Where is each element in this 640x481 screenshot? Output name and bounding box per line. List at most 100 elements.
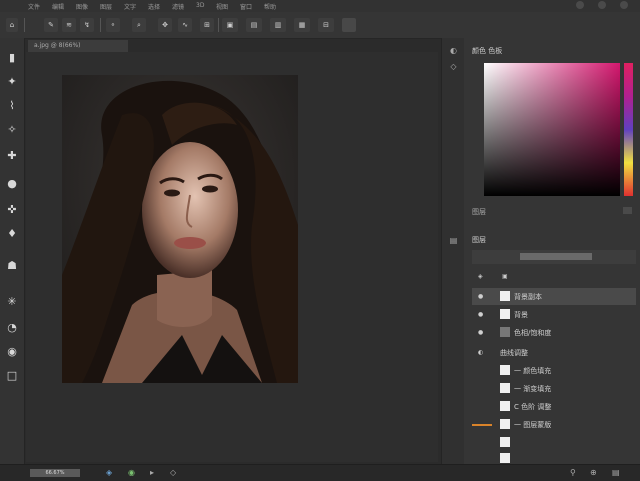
home-button[interactable]: ⌂ bbox=[6, 18, 18, 32]
menu-type[interactable]: 文字 bbox=[124, 2, 136, 11]
align-button[interactable]: ⊞ bbox=[200, 18, 214, 32]
eyedropper-tool-icon[interactable]: ● bbox=[4, 176, 20, 192]
fill-icon[interactable]: ▣ bbox=[502, 273, 508, 280]
new-layer-icon[interactable]: ⊕ bbox=[590, 468, 597, 477]
extra-button[interactable]: ⊟ bbox=[318, 18, 334, 32]
portrait-image[interactable] bbox=[62, 75, 298, 383]
zoom-level[interactable]: 66.67% bbox=[30, 469, 80, 477]
share-icon[interactable]: ◉ bbox=[128, 468, 135, 477]
hue-slider[interactable] bbox=[624, 63, 633, 196]
quick-mask-icon[interactable]: □ bbox=[4, 368, 20, 384]
lasso-tool-icon[interactable]: ⌇ bbox=[4, 98, 20, 114]
eye-icon[interactable]: ● bbox=[478, 311, 483, 318]
healing-tool-icon[interactable]: ✜ bbox=[4, 202, 20, 218]
symmetry-button[interactable]: ∿ bbox=[178, 18, 192, 32]
eye-icon[interactable]: ● bbox=[478, 293, 483, 300]
color-panel-footer: 图层 bbox=[472, 208, 486, 216]
menu-3d[interactable]: 3D bbox=[196, 2, 204, 9]
layers-panel-icon[interactable]: ▤ bbox=[448, 236, 459, 247]
close-button[interactable] bbox=[620, 1, 628, 9]
menu-window[interactable]: 窗口 bbox=[240, 2, 252, 11]
layer-row[interactable] bbox=[472, 434, 636, 451]
distribute-button-1[interactable]: ▣ bbox=[222, 18, 238, 32]
layer-row[interactable]: ● 色相/饱和度 bbox=[472, 324, 636, 341]
menu-bar: 文件 编辑 图像 图层 文字 选择 滤镜 3D 视图 窗口 帮助 bbox=[0, 0, 640, 12]
pressure-button[interactable]: ⚬ bbox=[106, 18, 120, 32]
layer-thumbnail bbox=[500, 309, 510, 319]
layer-filter-bar[interactable] bbox=[472, 250, 636, 264]
layer-name: 背景副本 bbox=[514, 293, 542, 301]
gradient-tool-icon[interactable]: ◔ bbox=[4, 320, 20, 336]
menu-edit[interactable]: 编辑 bbox=[52, 2, 64, 11]
eraser-tool-icon[interactable]: ✳ bbox=[4, 294, 20, 310]
swatches-panel-icon[interactable]: ◇ bbox=[448, 62, 459, 73]
menu-file[interactable]: 文件 bbox=[28, 2, 40, 11]
menu-select[interactable]: 选择 bbox=[148, 2, 160, 11]
brush-preset-button[interactable]: ✎ bbox=[44, 18, 58, 32]
panel-icon-strip: ◐ ◇ ▤ bbox=[441, 38, 465, 464]
menu-image[interactable]: 图像 bbox=[76, 2, 88, 11]
brush-tool-icon[interactable]: ♦ bbox=[4, 226, 20, 242]
layer-thumbnail bbox=[500, 383, 510, 393]
layer-thumbnail bbox=[500, 453, 510, 463]
separator bbox=[218, 18, 219, 32]
move-tool-icon[interactable]: ▮ bbox=[4, 50, 20, 66]
layer-name: 色相/饱和度 bbox=[514, 329, 552, 337]
layer-row[interactable]: ◐ 曲线调整 bbox=[472, 344, 636, 361]
layer-thumbnail bbox=[500, 291, 510, 301]
maximize-button[interactable] bbox=[598, 1, 606, 9]
play-icon[interactable]: ▸ bbox=[150, 468, 154, 477]
info-icon[interactable]: ◈ bbox=[106, 468, 112, 477]
smudge-tool-icon[interactable]: ◉ bbox=[4, 344, 20, 360]
status-bar: 66.67% ◈ ◉ ▸ ◇ ⚲ ⊕ ▤ bbox=[0, 464, 640, 481]
layer-thumbnail bbox=[500, 437, 510, 447]
minimize-button[interactable] bbox=[576, 1, 584, 9]
layer-name: 一 颜色填充 bbox=[514, 367, 552, 375]
layer-name: 一 图层蒙版 bbox=[514, 421, 552, 429]
layer-row[interactable]: 一 图层蒙版 bbox=[472, 416, 636, 433]
layers-panel-title[interactable]: 图层 bbox=[472, 235, 486, 245]
document-tab[interactable]: a.jpg @ 8(66%) bbox=[28, 40, 128, 52]
mode-button[interactable]: ≋ bbox=[62, 18, 76, 32]
menu-help[interactable]: 帮助 bbox=[264, 2, 276, 11]
color-picker-field[interactable] bbox=[484, 63, 620, 196]
lock-icon[interactable]: ◈ bbox=[478, 273, 483, 280]
layer-thumbnail bbox=[500, 419, 510, 429]
layer-row[interactable]: ● 背景 bbox=[472, 306, 636, 323]
airbrush-button[interactable]: ↯ bbox=[80, 18, 94, 32]
color-panel-title[interactable]: 颜色 色板 bbox=[472, 46, 502, 56]
tools-panel: ▮ ✦ ⌇ ✧ ✚ ● ✜ ♦ ☗ ✳ ◔ ◉ □ bbox=[0, 38, 25, 464]
layer-name: 曲线调整 bbox=[500, 349, 528, 357]
layer-row[interactable]: 一 渐变填充 bbox=[472, 380, 636, 397]
marquee-tool-icon[interactable]: ✦ bbox=[4, 74, 20, 90]
menu-view[interactable]: 视图 bbox=[216, 2, 228, 11]
eye-icon[interactable]: ● bbox=[478, 329, 483, 336]
trash-icon[interactable]: ▤ bbox=[612, 468, 620, 477]
layer-row[interactable]: ● 背景副本 bbox=[472, 288, 636, 305]
blank-button[interactable] bbox=[342, 18, 356, 32]
crop-tool-icon[interactable]: ✚ bbox=[4, 148, 20, 164]
menu-layer[interactable]: 图层 bbox=[100, 2, 112, 11]
accent-marker bbox=[472, 424, 492, 426]
mute-icon[interactable]: ◇ bbox=[170, 468, 176, 477]
link-icon[interactable]: ⚲ bbox=[570, 468, 576, 477]
separator bbox=[24, 18, 25, 32]
opacity-slider[interactable] bbox=[520, 253, 592, 260]
layer-options-row: ◈ ▣ bbox=[472, 270, 636, 284]
menu-filter[interactable]: 滤镜 bbox=[172, 2, 184, 11]
layer-row[interactable]: 一 颜色填充 bbox=[472, 362, 636, 379]
move-button[interactable]: ✥ bbox=[158, 18, 172, 32]
layer-thumbnail bbox=[500, 327, 510, 337]
distribute-button-2[interactable]: ▤ bbox=[246, 18, 262, 32]
distribute-button-3[interactable]: ▥ bbox=[270, 18, 286, 32]
panel-menu-icon[interactable] bbox=[623, 207, 632, 214]
clone-stamp-tool-icon[interactable]: ☗ bbox=[4, 258, 20, 274]
options-bar: ⌂ ✎ ≋ ↯ ⚬ ⌕ ✥ ∿ ⊞ ▣ ▤ ▥ ▦ ⊟ bbox=[0, 12, 640, 39]
eye-icon[interactable]: ◐ bbox=[478, 349, 483, 356]
layer-row[interactable]: C 色阶 调整 bbox=[472, 398, 636, 415]
magic-wand-tool-icon[interactable]: ✧ bbox=[4, 122, 20, 138]
layer-name: 一 渐变填充 bbox=[514, 385, 552, 393]
color-panel-icon[interactable]: ◐ bbox=[448, 46, 459, 57]
distribute-button-4[interactable]: ▦ bbox=[294, 18, 310, 32]
smoothing-button[interactable]: ⌕ bbox=[132, 18, 146, 32]
